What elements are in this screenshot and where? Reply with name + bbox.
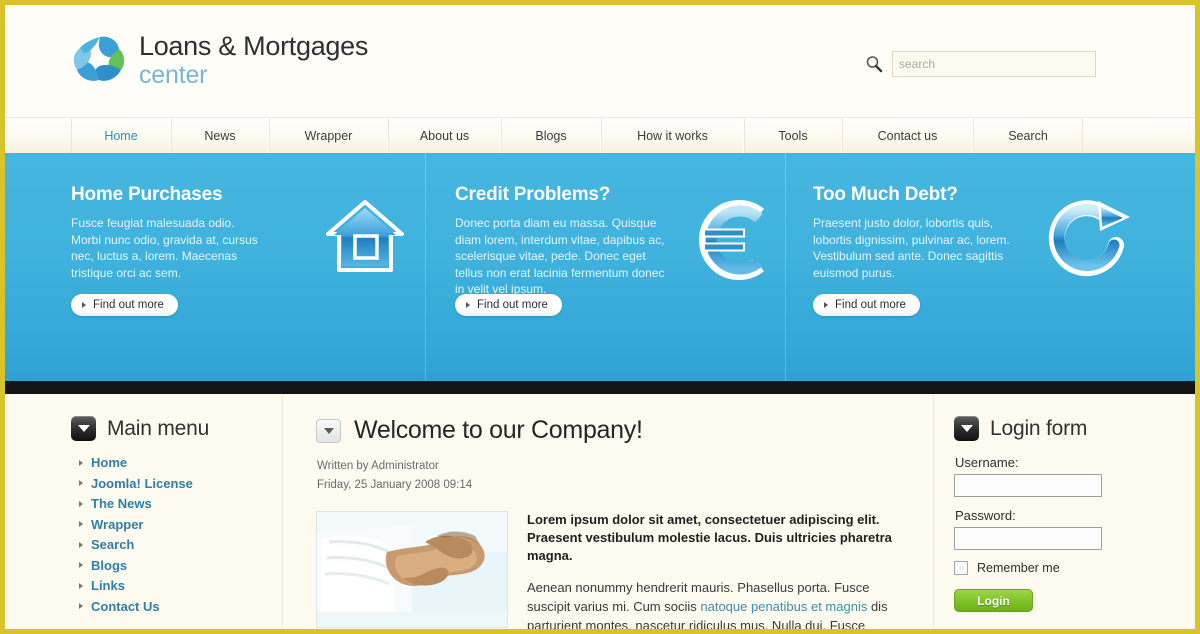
list-item[interactable]: Contact Us [79,599,282,614]
nav-item-contact-us[interactable]: Contact us [842,118,973,153]
menu-link-contact-us[interactable]: Contact Us [91,599,160,614]
menu-link-home[interactable]: Home [91,455,127,470]
article-author: Written by Administrator [317,460,439,472]
banner-text: Fusce feugiat malesuada odio. Morbi nunc… [71,216,258,280]
nav-item-tools[interactable]: Tools [744,118,842,153]
password-label: Password: [955,508,1016,523]
bullet-arrow-icon [79,521,83,527]
right-sidebar: Login form Username: Password: Remember … [934,394,1195,634]
banner-text: Praesent justo dolor, lobortis quis, lob… [813,216,1010,280]
find-out-more-label: Find out more [93,299,164,311]
caret-right-icon [466,302,470,308]
article-lead: Lorem ipsum dolor sit amet, consectetuer… [527,512,892,563]
article-header: Welcome to our Company! [316,416,933,445]
list-item[interactable]: Home [79,455,282,470]
remember-me-row: Remember me [954,561,1195,575]
article-paragraph: Aenean nonummy hendrerit mauris. Phasell… [527,578,907,634]
chevron-down-icon[interactable] [71,416,96,441]
menu-link-joomla-license[interactable]: Joomla! License [91,476,193,491]
search-icon[interactable] [865,55,883,73]
list-item[interactable]: The News [79,496,282,511]
find-out-more-button[interactable]: Find out more [455,294,562,316]
house-icon [326,200,404,272]
article-text: Lorem ipsum dolor sit amet, consectetuer… [527,511,907,634]
find-out-more-button[interactable]: Find out more [71,294,178,316]
triangle-down-glyph [323,427,334,434]
nav-item-blogs[interactable]: Blogs [501,118,601,153]
caret-right-icon [824,302,828,308]
page-root: Loans & Mortgages center Home News Wrapp… [0,0,1200,634]
bullet-arrow-icon [79,582,83,589]
menu-link-search[interactable]: Search [91,537,134,552]
list-item[interactable]: Wrapper [79,517,282,532]
nav-item-home[interactable]: Home [71,118,171,153]
page-bottom-rule [5,629,1195,634]
menu-link-links[interactable]: Links [91,578,125,593]
find-out-more-label: Find out more [835,299,906,311]
username-field[interactable] [954,474,1102,497]
site-logo[interactable]: Loans & Mortgages center [71,33,368,88]
nav-item-news[interactable]: News [171,118,269,153]
login-form-title: Login form [990,416,1088,440]
main-menu-list: Home Joomla! License The News Wrapper Se… [71,455,282,614]
refresh-arrow-icon [1048,200,1130,277]
euro-icon [699,200,764,280]
banner-text: Donec porta diam eu massa. Quisque diam … [455,216,665,296]
banner-column-home-purchases: Home Purchases Fusce feugiat malesuada o… [71,153,425,381]
chevron-down-icon[interactable] [316,418,341,443]
list-item[interactable]: Search [79,537,282,552]
search-box [865,51,1096,77]
remember-me-label: Remember me [977,561,1060,575]
nav-item-search[interactable]: Search [973,118,1083,153]
content-area: Main menu Home Joomla! License The News … [5,394,1195,634]
nav-item-about-us[interactable]: About us [388,118,501,153]
bullet-arrow-icon [79,562,83,568]
banner-column-credit-problems: Credit Problems? Donec porta diam eu mas… [425,153,785,381]
find-out-more-label: Find out more [477,299,548,311]
triangle-down-glyph [960,425,973,432]
bullet-arrow-icon [79,603,83,609]
list-item[interactable]: Joomla! License [79,476,282,491]
section-divider-band [5,381,1195,394]
menu-link-wrapper[interactable]: Wrapper [91,517,144,532]
handshake-photo [316,511,508,628]
banner-column-too-much-debt: Too Much Debt? Praesent justo dolor, lob… [785,153,1140,381]
main-column: Welcome to our Company! Written by Admin… [283,394,934,634]
article-date: Friday, 25 January 2008 09:14 [317,479,473,491]
login-form-header: Login form [954,416,1195,441]
search-input[interactable] [892,51,1096,77]
inline-link[interactable]: natoque penatibus et magnis [700,599,867,614]
username-label: Username: [955,455,1019,470]
nav-item-how-it-works[interactable]: How it works [601,118,744,153]
bullet-arrow-icon [79,459,83,466]
main-menu-title: Main menu [107,416,210,440]
bullet-arrow-icon [79,480,83,486]
caret-right-icon [82,302,86,308]
main-navigation: Home News Wrapper About us Blogs How it … [5,117,1195,153]
logo-subtitle: center [139,61,208,89]
main-menu-header: Main menu [71,416,282,441]
find-out-more-button[interactable]: Find out more [813,294,920,316]
remember-me-checkbox[interactable] [954,561,968,575]
bullet-arrow-icon [79,500,83,507]
password-field[interactable] [954,527,1102,550]
list-item[interactable]: Links [79,578,282,593]
site-header: Loans & Mortgages center [5,5,1195,117]
page-title: Welcome to our Company! [354,416,643,444]
nav-item-wrapper[interactable]: Wrapper [269,118,388,153]
list-item[interactable]: Blogs [79,558,282,573]
logo-wordmark: Loans & Mortgages center [139,33,368,88]
login-button[interactable]: Login [954,589,1033,612]
article-body: Lorem ipsum dolor sit amet, consectetuer… [316,511,933,634]
bullet-arrow-icon [79,541,83,548]
logo-mark-icon [73,36,125,81]
logo-title: Loans & Mortgages [139,31,369,61]
triangle-down-glyph [77,425,90,432]
menu-link-the-news[interactable]: The News [91,496,152,511]
left-sidebar: Main menu Home Joomla! License The News … [71,394,283,634]
chevron-down-icon[interactable] [954,416,979,441]
hero-banner: Home Purchases Fusce feugiat malesuada o… [5,153,1195,381]
menu-link-blogs[interactable]: Blogs [91,558,127,573]
